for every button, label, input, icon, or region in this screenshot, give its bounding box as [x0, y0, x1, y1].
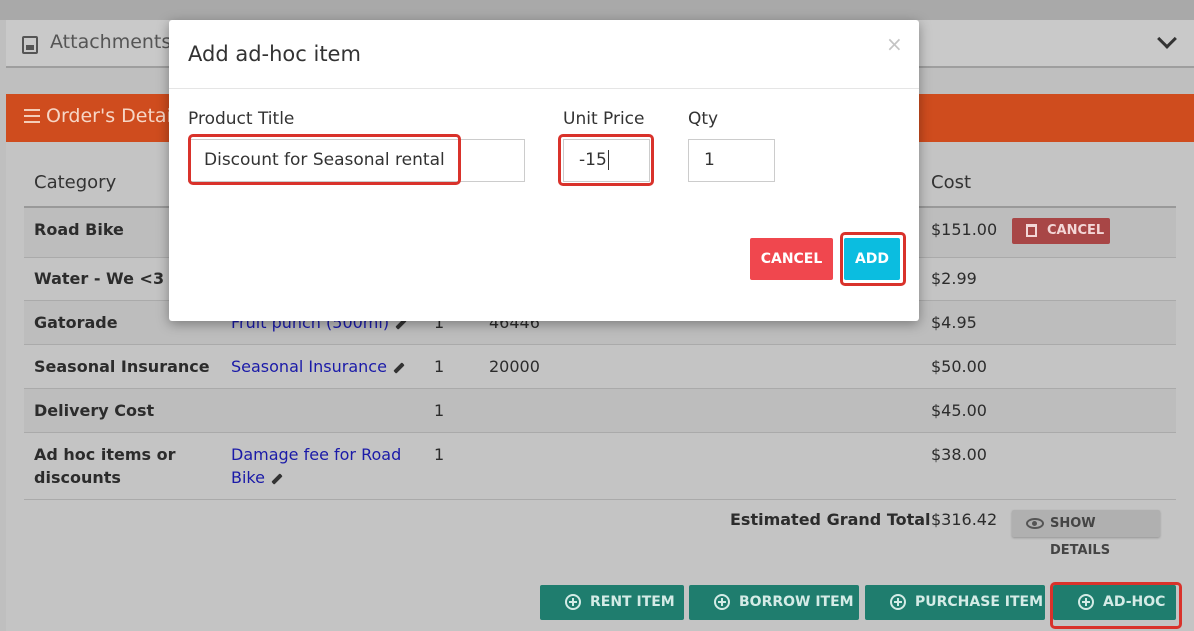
close-icon[interactable]: ×: [886, 32, 903, 56]
eye-icon: [1026, 518, 1044, 529]
row-category: Ad hoc items or discounts: [34, 443, 175, 489]
qty-label: Qty: [688, 109, 719, 129]
product-title-label: Product Title: [188, 109, 295, 129]
cancel-item-button[interactable]: CANCEL: [1012, 218, 1110, 244]
adhoc-label: AD-HOC: [1103, 594, 1166, 610]
plus-circle-icon: [1078, 594, 1094, 610]
pencil-icon[interactable]: [271, 472, 283, 485]
row-cost: $4.95: [931, 313, 977, 332]
row-divider: [24, 388, 1176, 389]
row-qty: 1: [434, 401, 445, 420]
qty-value: 1: [704, 150, 715, 170]
modal-header-divider: [169, 88, 919, 89]
trash-icon: [1026, 224, 1037, 237]
rent-item-button[interactable]: RENT ITEM: [540, 585, 684, 620]
row-divider: [24, 499, 1176, 500]
row-item-line: Bike: [231, 468, 265, 487]
row-divider: [24, 344, 1176, 345]
plus-circle-icon: [714, 594, 730, 610]
unit-price-label: Unit Price: [563, 109, 645, 129]
text-caret: [607, 150, 609, 170]
row-category: Road Bike: [34, 220, 124, 239]
rent-item-label: RENT ITEM: [590, 594, 675, 610]
row-category-line: Ad hoc items or: [34, 445, 176, 464]
row-cost: $50.00: [931, 357, 987, 376]
product-title-value: Discount for Seasonal rental: [204, 150, 445, 170]
row-cost: $45.00: [931, 401, 987, 420]
row-category: Gatorade: [34, 313, 118, 332]
pencil-icon[interactable]: [393, 361, 405, 374]
cancel-item-label: CANCEL: [1047, 223, 1105, 238]
modal-cancel-button[interactable]: CANCEL: [750, 238, 833, 280]
row-item-line: Damage fee for Road: [231, 445, 402, 464]
order-details-title: Order's Detail: [46, 105, 178, 127]
row-cost: $38.00: [931, 445, 987, 464]
row-item-link[interactable]: Seasonal Insurance: [231, 355, 405, 378]
row-qty: 1: [434, 445, 445, 464]
image-icon: [22, 36, 38, 54]
row-divider: [24, 432, 1176, 433]
unit-price-value: -15: [579, 150, 607, 170]
row-sku: 20000: [489, 357, 540, 376]
chevron-down-icon[interactable]: [1157, 29, 1177, 49]
purchase-item-label: PURCHASE ITEM: [915, 594, 1044, 610]
row-item-link[interactable]: Damage fee for Road Bike: [231, 443, 401, 489]
purchase-item-button[interactable]: PURCHASE ITEM: [865, 585, 1045, 620]
product-title-input[interactable]: Discount for Seasonal rental: [188, 139, 525, 182]
borrow-item-label: BORROW ITEM: [739, 594, 854, 610]
row-category: Seasonal Insurance: [34, 357, 210, 376]
add-adhoc-modal: Add ad-hoc item × Product Title Discount…: [169, 20, 919, 321]
qty-input[interactable]: 1: [688, 139, 775, 182]
row-qty: 1: [434, 357, 445, 376]
row-category: Delivery Cost: [34, 401, 155, 420]
row-cost: $2.99: [931, 269, 977, 288]
grand-total-label: Estimated Grand Total: [730, 510, 931, 529]
borrow-item-button[interactable]: BORROW ITEM: [689, 585, 859, 620]
column-header-cost: Cost: [931, 172, 972, 193]
show-details-button[interactable]: SHOW DETAILS: [1012, 510, 1160, 558]
row-category-line: discounts: [34, 468, 121, 487]
list-icon: [24, 109, 40, 123]
row-cost: $151.00: [931, 220, 998, 239]
row-item-label: Seasonal Insurance: [231, 357, 387, 376]
show-details-label: SHOW DETAILS: [1050, 516, 1111, 558]
grand-total-value: $316.42: [931, 510, 998, 529]
adhoc-button[interactable]: AD-HOC: [1053, 585, 1176, 620]
unit-price-input[interactable]: -15: [563, 139, 650, 182]
modal-title: Add ad-hoc item: [188, 42, 361, 66]
modal-add-button[interactable]: ADD: [844, 238, 900, 280]
plus-circle-icon: [890, 594, 906, 610]
table-row-stripe: [24, 389, 1176, 432]
column-header-category: Category: [34, 172, 117, 193]
plus-circle-icon: [565, 594, 581, 610]
top-strip: [0, 0, 1194, 20]
attachments-title: Attachments: [50, 31, 172, 53]
